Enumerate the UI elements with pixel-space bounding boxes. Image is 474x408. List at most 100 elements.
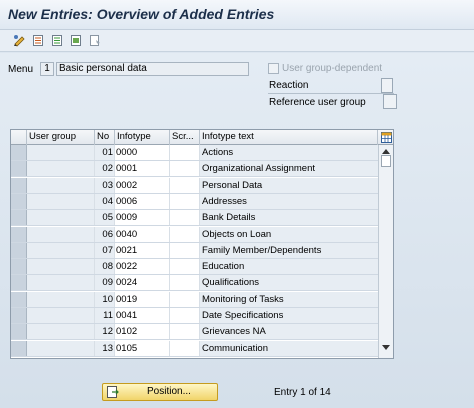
table-row[interactable]: 09 0024 Qualifications xyxy=(11,275,378,292)
user-group-dependent-checkbox[interactable] xyxy=(268,63,279,74)
cell-no: 04 xyxy=(95,193,115,209)
table-row[interactable]: 04 0006 Addresses xyxy=(11,193,378,210)
position-button-label: Position... xyxy=(147,386,191,397)
row-selector[interactable] xyxy=(11,177,27,193)
table-row[interactable]: 12 0102 Grievances NA xyxy=(11,324,378,341)
cell-infotype[interactable]: 0000 xyxy=(115,145,170,160)
cell-infotype-text: Monitoring of Tasks xyxy=(200,291,378,307)
title-bar: New Entries: Overview of Added Entries xyxy=(0,0,474,30)
cell-screen[interactable] xyxy=(170,145,200,160)
cell-screen[interactable] xyxy=(170,275,200,291)
cell-infotype[interactable]: 0006 xyxy=(115,193,170,209)
column-header-user-group[interactable]: User group xyxy=(27,130,95,145)
cell-infotype[interactable]: 0024 xyxy=(115,275,170,291)
cell-user-group[interactable] xyxy=(27,177,95,193)
cell-user-group[interactable] xyxy=(27,161,95,177)
cell-infotype[interactable]: 0041 xyxy=(115,308,170,323)
delete-button[interactable] xyxy=(69,33,84,48)
cell-no: 10 xyxy=(95,291,115,307)
table-row[interactable]: 13 0105 Communication xyxy=(11,340,378,357)
table-row[interactable]: 06 0040 Objects on Loan xyxy=(11,226,378,243)
cell-user-group[interactable] xyxy=(27,308,95,323)
row-selector[interactable] xyxy=(11,193,27,209)
table-row[interactable]: 05 0009 Bank Details xyxy=(11,210,378,227)
cell-infotype[interactable]: 0021 xyxy=(115,242,170,258)
column-header-screen[interactable]: Scr... xyxy=(170,130,200,145)
cell-infotype-text: Personal Data xyxy=(200,177,378,193)
table-row[interactable]: 10 0019 Monitoring of Tasks xyxy=(11,291,378,308)
select-all-column[interactable] xyxy=(11,130,27,145)
copy-as-button[interactable] xyxy=(50,33,65,48)
table-row[interactable]: 07 0021 Family Member/Dependents xyxy=(11,242,378,259)
vertical-scrollbar[interactable] xyxy=(378,145,393,358)
scroll-thumb[interactable] xyxy=(381,155,391,167)
position-button[interactable]: Position... xyxy=(102,383,218,401)
cell-infotype[interactable]: 0009 xyxy=(115,210,170,226)
cell-infotype[interactable]: 0102 xyxy=(115,324,170,340)
row-selector[interactable] xyxy=(11,242,27,258)
cell-infotype[interactable]: 0105 xyxy=(115,340,170,356)
cell-screen[interactable] xyxy=(170,291,200,307)
row-selector[interactable] xyxy=(11,291,27,307)
cell-screen[interactable] xyxy=(170,242,200,258)
undo-change-button[interactable] xyxy=(88,33,103,48)
cell-screen[interactable] xyxy=(170,324,200,340)
cell-no: 09 xyxy=(95,275,115,291)
cell-screen[interactable] xyxy=(170,210,200,226)
new-entries-button[interactable] xyxy=(31,33,46,48)
cell-screen[interactable] xyxy=(170,161,200,177)
cell-screen[interactable] xyxy=(170,226,200,242)
cell-user-group[interactable] xyxy=(27,193,95,209)
menu-label: Menu xyxy=(8,64,34,75)
cell-screen[interactable] xyxy=(170,340,200,356)
cell-user-group[interactable] xyxy=(27,259,95,275)
row-selector[interactable] xyxy=(11,259,27,275)
column-header-no[interactable]: No xyxy=(95,130,115,145)
row-selector[interactable] xyxy=(11,226,27,242)
cell-user-group[interactable] xyxy=(27,242,95,258)
cell-user-group[interactable] xyxy=(27,210,95,226)
cell-user-group[interactable] xyxy=(27,226,95,242)
table-row[interactable]: 02 0001 Organizational Assignment xyxy=(11,161,378,178)
row-selector[interactable] xyxy=(11,308,27,323)
row-selector[interactable] xyxy=(11,275,27,291)
cell-infotype[interactable]: 0002 xyxy=(115,177,170,193)
row-selector[interactable] xyxy=(11,145,27,160)
cell-user-group[interactable] xyxy=(27,324,95,340)
cell-user-group[interactable] xyxy=(27,340,95,356)
cell-infotype[interactable]: 0019 xyxy=(115,291,170,307)
cell-screen[interactable] xyxy=(170,193,200,209)
cell-user-group[interactable] xyxy=(27,291,95,307)
table-settings-button[interactable] xyxy=(378,130,393,145)
cell-infotype[interactable]: 0001 xyxy=(115,161,170,177)
row-selector[interactable] xyxy=(11,210,27,226)
table-row[interactable]: 03 0002 Personal Data xyxy=(11,177,378,194)
row-selector[interactable] xyxy=(11,340,27,356)
table-row[interactable]: 01 0000 Actions xyxy=(11,145,378,161)
column-header-infotype-text[interactable]: Infotype text xyxy=(200,130,378,145)
cell-infotype[interactable]: 0022 xyxy=(115,259,170,275)
display-change-button[interactable] xyxy=(12,33,27,48)
cell-screen[interactable] xyxy=(170,308,200,323)
cell-infotype[interactable]: 0040 xyxy=(115,226,170,242)
reference-user-group-field[interactable] xyxy=(383,94,397,109)
scroll-up-icon[interactable] xyxy=(382,148,390,154)
menu-code-field[interactable]: 1 xyxy=(40,62,54,76)
cell-infotype-text: Communication xyxy=(200,340,378,356)
reaction-field[interactable] xyxy=(381,78,393,93)
cell-user-group[interactable] xyxy=(27,275,95,291)
reaction-label: Reaction xyxy=(269,80,309,91)
cell-infotype-text: Addresses xyxy=(200,193,378,209)
row-selector[interactable] xyxy=(11,324,27,340)
cell-infotype-text: Organizational Assignment xyxy=(200,161,378,177)
row-selector[interactable] xyxy=(11,161,27,177)
table-row[interactable]: 08 0022 Education xyxy=(11,259,378,276)
scroll-down-icon[interactable] xyxy=(382,345,390,351)
cell-user-group[interactable] xyxy=(27,145,95,160)
cell-screen[interactable] xyxy=(170,259,200,275)
column-header-infotype[interactable]: Infotype xyxy=(115,130,170,145)
table-row[interactable]: 11 0041 Date Specifications xyxy=(11,308,378,324)
cell-screen[interactable] xyxy=(170,177,200,193)
user-group-dependent-label: User group-dependent xyxy=(282,63,383,74)
menu-description-field[interactable]: Basic personal data xyxy=(56,62,249,76)
